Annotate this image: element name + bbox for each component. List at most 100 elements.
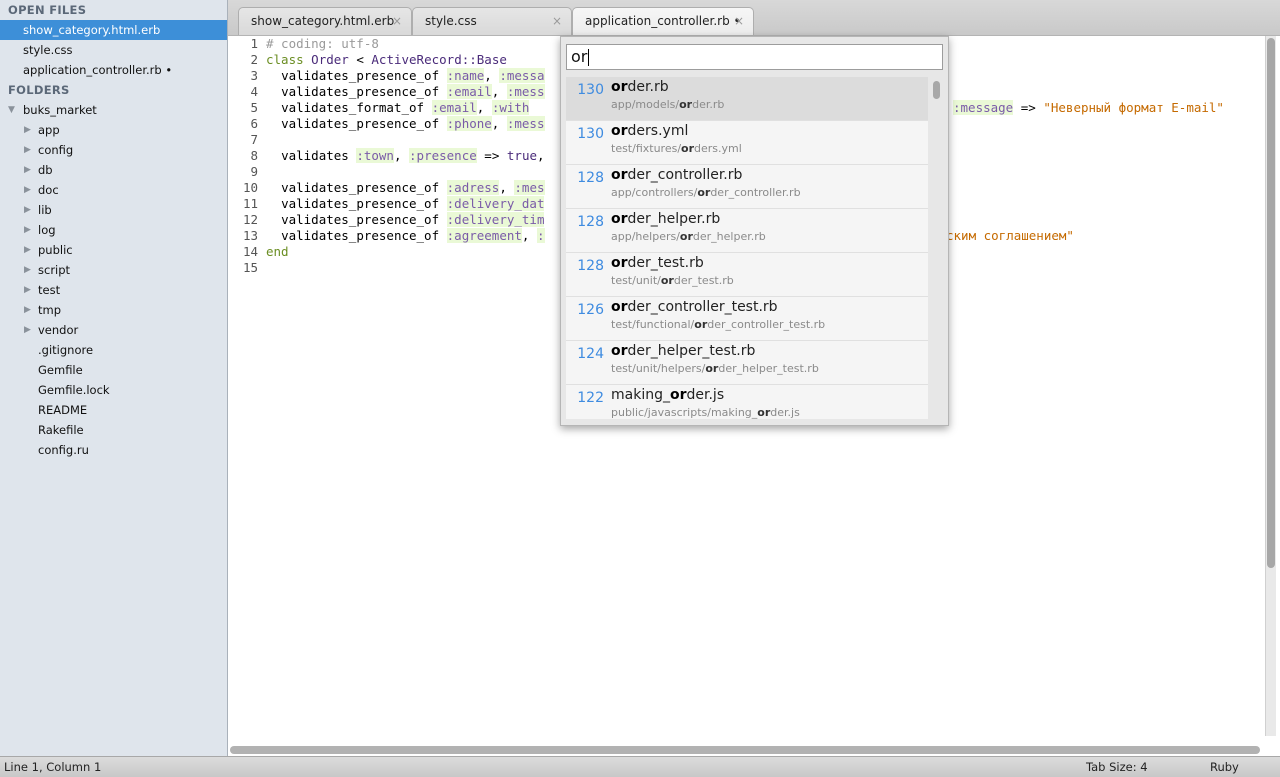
symbol: :town xyxy=(356,148,394,163)
path-rest: der.rb xyxy=(692,98,725,111)
filename-rest: der_controller.rb xyxy=(627,167,743,183)
symbol: :phone xyxy=(446,116,492,131)
close-icon[interactable]: × xyxy=(734,8,744,34)
goto-anything-input[interactable]: or xyxy=(566,44,943,70)
tab-style-css[interactable]: style.css × xyxy=(412,7,572,35)
result-item[interactable]: 130 order.rb app/models/order.rb xyxy=(566,77,928,121)
folder-7[interactable]: ▶ script xyxy=(0,260,227,280)
file-label: Rakefile xyxy=(38,423,84,437)
result-score: 126 xyxy=(577,302,604,318)
file-item[interactable]: .gitignore xyxy=(0,340,227,360)
syntax-indicator[interactable]: Ruby xyxy=(1210,757,1239,777)
method-call: validates_presence_of xyxy=(281,180,440,195)
line-number: 11 xyxy=(242,196,258,211)
collapsed-triangle-icon[interactable]: ▶ xyxy=(24,220,31,240)
result-filename: order.rb xyxy=(611,78,669,96)
folder-3[interactable]: ▶ doc xyxy=(0,180,227,200)
folder-label: script xyxy=(38,263,71,277)
line-number: 6 xyxy=(250,116,258,131)
symbol: :delivery_dat xyxy=(446,196,545,211)
folder-label: log xyxy=(38,223,56,237)
tab-show-category[interactable]: show_category.html.erb × xyxy=(238,7,412,35)
folder-0[interactable]: ▶ app xyxy=(0,120,227,140)
result-score: 122 xyxy=(577,390,604,406)
symbol: :message xyxy=(953,100,1014,115)
path-rest: der_controller_test.rb xyxy=(707,318,826,331)
folder-5[interactable]: ▶ log xyxy=(0,220,227,240)
collapsed-triangle-icon[interactable]: ▶ xyxy=(24,240,31,260)
open-file-application-controller[interactable]: application_controller.rb • xyxy=(0,60,227,80)
filename-rest: der_controller_test.rb xyxy=(627,299,778,315)
collapsed-triangle-icon[interactable]: ▶ xyxy=(24,320,31,340)
tab-size-indicator[interactable]: Tab Size: 4 xyxy=(1086,757,1148,777)
folder-label: vendor xyxy=(38,323,79,337)
result-item[interactable]: 122 making_order.js public/javascripts/mak… xyxy=(566,385,928,419)
file-label: config.ru xyxy=(38,443,89,457)
symbol: :email xyxy=(446,84,492,99)
file-item[interactable]: Rakefile xyxy=(0,420,227,440)
folder-10[interactable]: ▶ vendor xyxy=(0,320,227,340)
query-text: or xyxy=(571,47,588,66)
symbol: :agreement xyxy=(446,228,522,243)
file-label: Gemfile.lock xyxy=(38,383,110,397)
collapsed-triangle-icon[interactable]: ▶ xyxy=(24,140,31,160)
code-line: 13 validates_presence_of :agreement, : xyxy=(228,228,545,244)
result-item[interactable]: 130 orders.yml test/fixtures/orders.yml xyxy=(566,121,928,165)
expanded-triangle-icon[interactable]: ▼ xyxy=(8,100,15,120)
results-scroll-thumb[interactable] xyxy=(933,81,940,99)
collapsed-triangle-icon[interactable]: ▶ xyxy=(24,180,31,200)
horizontal-scrollbar[interactable] xyxy=(230,746,1260,754)
path-prefix: app/helpers/ xyxy=(611,230,680,243)
text-cursor xyxy=(588,49,590,66)
result-item[interactable]: 126 order_controller_test.rb test/function… xyxy=(566,297,928,341)
vertical-scroll-thumb[interactable] xyxy=(1267,38,1275,568)
result-filename: order_controller_test.rb xyxy=(611,298,778,316)
open-file-style-css[interactable]: style.css xyxy=(0,40,227,60)
folder-1[interactable]: ▶ config xyxy=(0,140,227,160)
match-highlight: or xyxy=(694,318,708,331)
folder-2[interactable]: ▶ db xyxy=(0,160,227,180)
folder-buks-market[interactable]: ▼ buks_market xyxy=(0,100,227,120)
symbol: :with xyxy=(491,100,530,115)
folder-4[interactable]: ▶ lib xyxy=(0,200,227,220)
tab-application-controller[interactable]: application_controller.rb • × xyxy=(572,7,754,35)
result-score: 128 xyxy=(577,214,604,230)
folder-9[interactable]: ▶ tmp xyxy=(0,300,227,320)
status-bar: Line 1, Column 1 Tab Size: 4 Ruby xyxy=(0,756,1280,777)
code-line: 3 validates_presence_of :name, :messa xyxy=(228,68,545,84)
method-call: validates xyxy=(281,148,349,163)
close-icon[interactable]: × xyxy=(392,8,402,34)
file-item[interactable]: Gemfile xyxy=(0,360,227,380)
line-number: 8 xyxy=(250,148,258,163)
folder-6[interactable]: ▶ public xyxy=(0,240,227,260)
line-number: 14 xyxy=(242,244,258,259)
symbol: :mess xyxy=(506,116,545,131)
collapsed-triangle-icon[interactable]: ▶ xyxy=(24,280,31,300)
open-file-show-category[interactable]: show_category.html.erb xyxy=(0,20,227,40)
collapsed-triangle-icon[interactable]: ▶ xyxy=(24,300,31,320)
result-filename: order_helper_test.rb xyxy=(611,342,755,360)
folder-label: app xyxy=(38,123,60,137)
filename-rest: der.js xyxy=(686,387,725,403)
file-item[interactable]: config.ru xyxy=(0,440,227,460)
folder-8[interactable]: ▶ test xyxy=(0,280,227,300)
collapsed-triangle-icon[interactable]: ▶ xyxy=(24,260,31,280)
result-item[interactable]: 128 order_controller.rb app/controllers/or… xyxy=(566,165,928,209)
result-item[interactable]: 124 order_helper_test.rb test/unit/helpers… xyxy=(566,341,928,385)
line-number: 3 xyxy=(250,68,258,83)
symbol: :mess xyxy=(506,84,545,99)
collapsed-triangle-icon[interactable]: ▶ xyxy=(24,160,31,180)
result-path: public/javascripts/making_order.js xyxy=(611,406,800,419)
collapsed-triangle-icon[interactable]: ▶ xyxy=(24,200,31,220)
line-number: 1 xyxy=(250,36,258,51)
collapsed-triangle-icon[interactable]: ▶ xyxy=(24,120,31,140)
method-call: validates_presence_of xyxy=(281,228,440,243)
code-line: 6 validates_presence_of :phone, :mess xyxy=(228,116,545,132)
file-label: README xyxy=(38,403,88,417)
result-item[interactable]: 128 order_helper.rb app/helpers/order_help… xyxy=(566,209,928,253)
file-item[interactable]: Gemfile.lock xyxy=(0,380,227,400)
result-item[interactable]: 128 order_test.rb test/unit/order_test.rb xyxy=(566,253,928,297)
code-line: 5 validates_format_of :email, :with xyxy=(228,100,530,116)
close-icon[interactable]: × xyxy=(552,8,562,34)
file-item[interactable]: README xyxy=(0,400,227,420)
